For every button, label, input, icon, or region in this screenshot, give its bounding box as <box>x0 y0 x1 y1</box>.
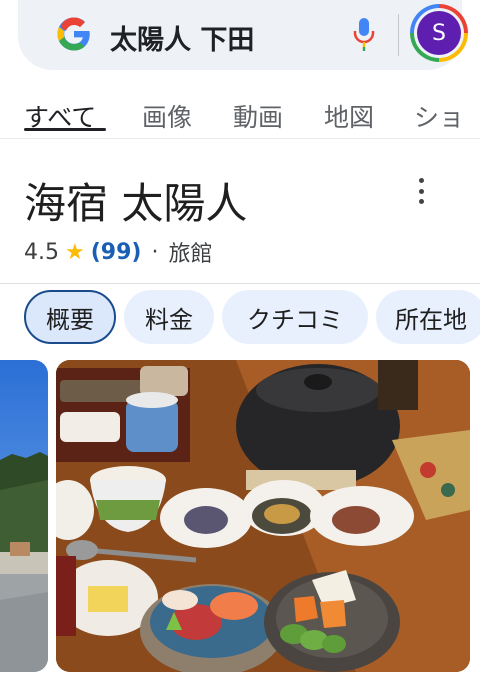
avatar: S <box>417 11 461 55</box>
review-count-link[interactable]: (99) <box>91 240 142 265</box>
more-options-icon[interactable] <box>410 178 432 204</box>
google-logo-icon <box>57 17 90 51</box>
tab-videos[interactable]: 動画 <box>233 98 283 134</box>
place-chips: 概要 料金 クチコミ 所在地 <box>0 290 480 346</box>
chip-prices[interactable]: 料金 <box>124 290 214 344</box>
photo-coast[interactable] <box>0 360 48 672</box>
coast-photo-image <box>0 360 48 672</box>
separator: · <box>151 239 159 265</box>
search-divider <box>398 14 399 56</box>
tab-shopping[interactable]: ショ <box>414 98 464 134</box>
chip-reviews[interactable]: クチコミ <box>222 290 368 344</box>
search-bar[interactable]: 太陽人 下田 S <box>18 0 468 70</box>
section-divider <box>0 283 480 284</box>
microphone-icon[interactable] <box>352 16 376 52</box>
meal-photo-image <box>56 360 470 672</box>
tab-images[interactable]: 画像 <box>142 98 192 134</box>
photo-meal[interactable] <box>56 360 470 672</box>
chip-location[interactable]: 所在地 <box>376 290 480 344</box>
tab-maps[interactable]: 地図 <box>324 98 374 134</box>
star-icon: ★ <box>65 239 85 265</box>
place-category: 旅館 <box>168 242 213 267</box>
chip-overview[interactable]: 概要 <box>24 290 116 344</box>
tabs-divider <box>0 138 480 139</box>
rating-row: 4.5 ★ (99) · 旅館 <box>24 236 212 268</box>
account-avatar-button[interactable]: S <box>410 4 468 62</box>
active-tab-indicator <box>24 128 106 131</box>
place-title: 海宿 太陽人 <box>24 179 248 228</box>
search-input[interactable]: 太陽人 下田 <box>110 18 254 57</box>
rating-score: 4.5 <box>24 239 59 265</box>
